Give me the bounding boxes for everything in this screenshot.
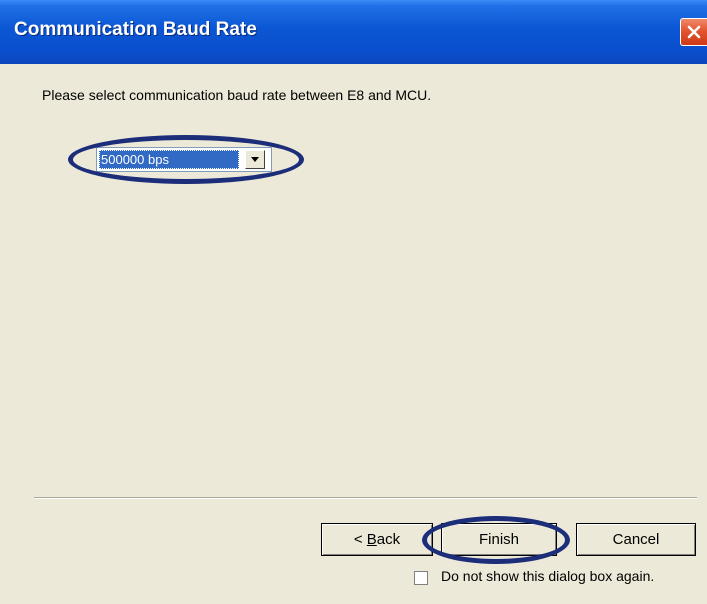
do-not-show-checkbox[interactable] <box>414 571 428 585</box>
window-title: Communication Baud Rate <box>14 19 257 40</box>
title-bar[interactable]: Communication Baud Rate <box>0 0 707 64</box>
baud-rate-select[interactable]: 500000 bps <box>96 147 272 172</box>
finish-button-label: Finish <box>478 531 519 548</box>
baud-rate-value: 500000 bps <box>99 150 239 169</box>
dialog-window: Communication Baud Rate Please select co… <box>0 0 707 604</box>
do-not-show-label[interactable]: Do not show this dialog box again. <box>441 568 654 584</box>
back-button[interactable]: < Back <box>321 523 433 556</box>
finish-button[interactable]: Finish <box>441 523 557 556</box>
chevron-down-icon <box>251 157 259 162</box>
baud-rate-dropdown-button[interactable] <box>245 150 265 169</box>
prompt-text: Please select communication baud rate be… <box>42 87 432 103</box>
close-icon <box>687 25 701 39</box>
cancel-button[interactable]: Cancel <box>576 523 696 556</box>
button-separator <box>34 497 697 499</box>
cancel-button-label: Cancel <box>612 531 660 548</box>
back-button-label: < Back <box>353 531 401 548</box>
close-button[interactable] <box>680 18 707 46</box>
